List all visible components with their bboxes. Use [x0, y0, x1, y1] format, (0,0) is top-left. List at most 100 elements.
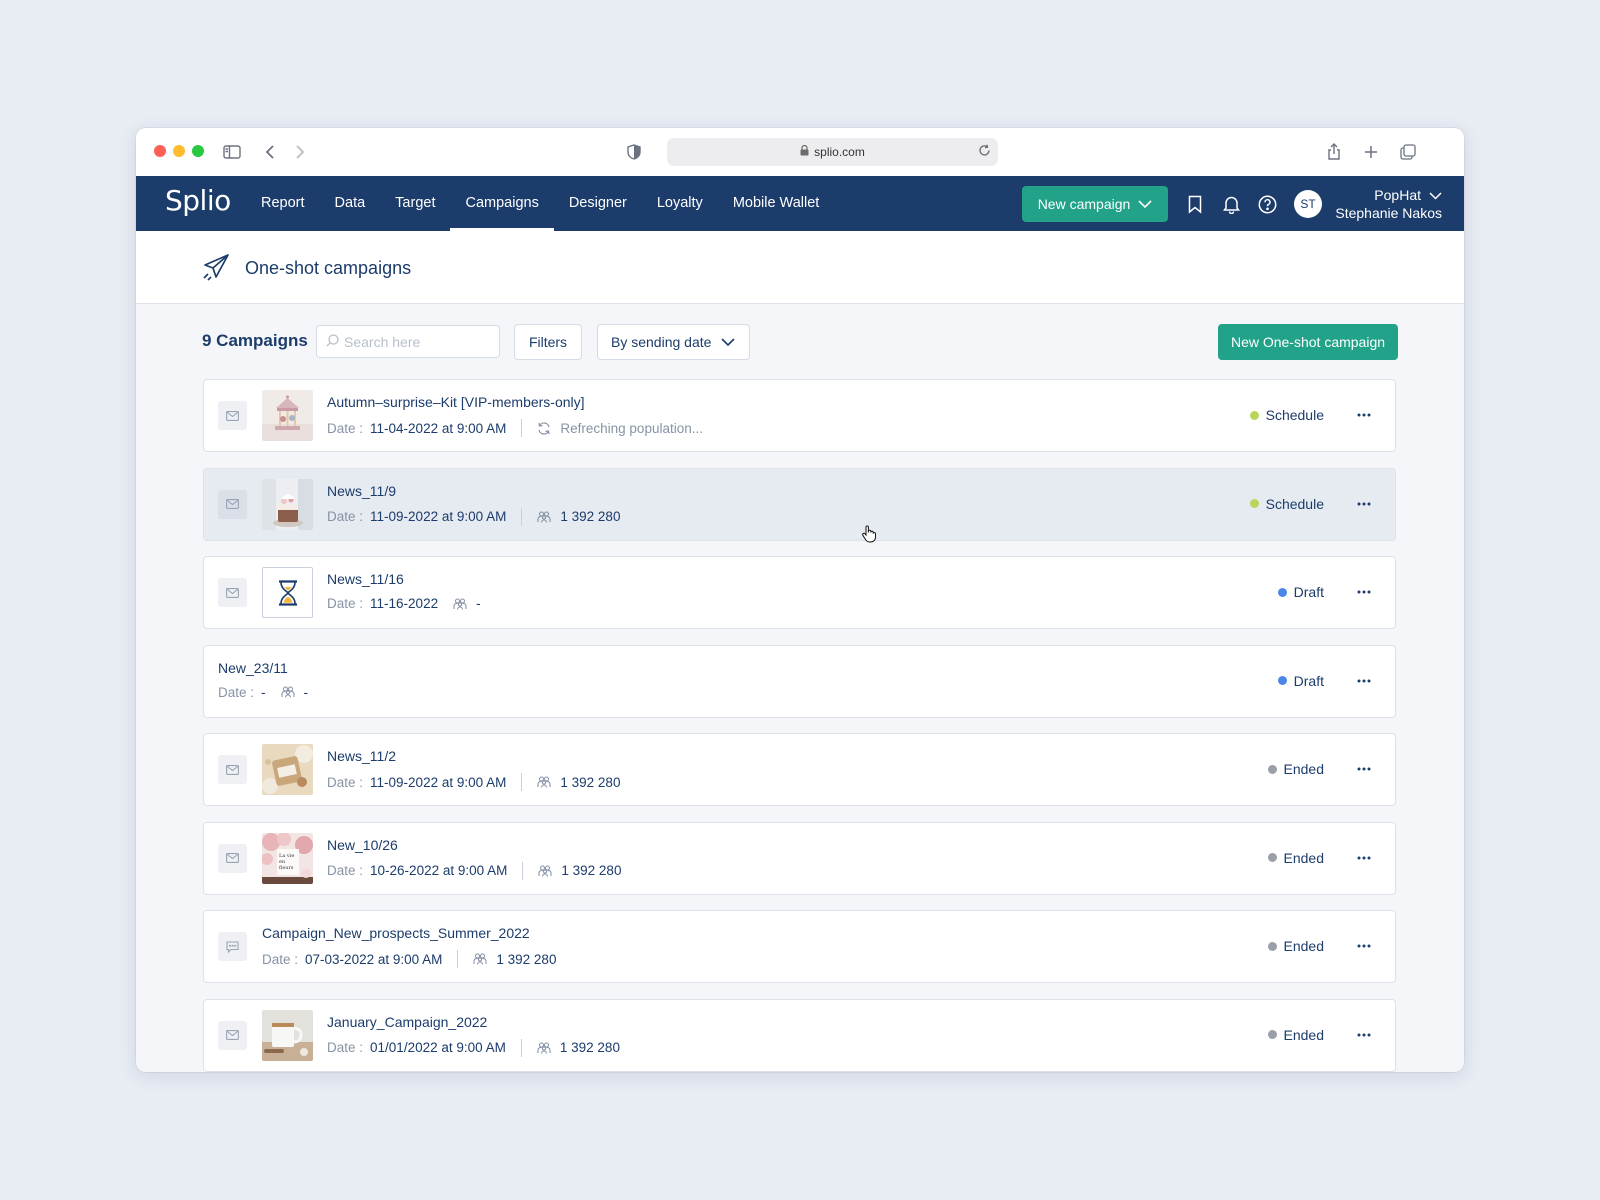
status-dot	[1277, 676, 1287, 685]
campaign-details: News_11/16 Date : 11-16-2022 -	[327, 571, 481, 611]
share-icon[interactable]	[1324, 142, 1344, 162]
campaign-date: 01/01/2022 at 9:00 AM	[370, 1040, 506, 1055]
nav-item-target[interactable]: Target	[380, 176, 450, 231]
privacy-shield-icon[interactable]	[624, 142, 644, 162]
population-icon	[280, 686, 295, 698]
avatar[interactable]: ST	[1294, 190, 1322, 218]
campaign-row[interactable]: News_11/9 Date : 11-09-2022 at 9:00 AM 1 39…	[203, 467, 1396, 542]
chevron-down-icon	[1138, 196, 1152, 212]
more-options-icon[interactable]	[1353, 405, 1375, 425]
status-badge: Ended	[1267, 850, 1324, 866]
campaign-details: News_11/9 Date : 11-09-2022 at 9:00 AM 1 39…	[327, 483, 620, 526]
url-text: splio.com	[814, 145, 865, 159]
campaign-row[interactable]: January_Campaign_2022 Date : 01/01/2022 at…	[203, 998, 1396, 1072]
hourglass-icon	[262, 567, 313, 618]
campaign-details: Campaign_New_prospects_Summer_2022 Date :…	[262, 925, 556, 968]
filters-button[interactable]: Filters	[514, 324, 582, 360]
main-nav: Report Data Target Campaigns Designer Lo…	[246, 176, 834, 231]
meta-divider	[457, 950, 459, 968]
more-options-icon[interactable]	[1353, 1025, 1375, 1045]
search-box[interactable]	[316, 325, 500, 358]
campaign-name[interactable]: News_11/9	[327, 483, 620, 502]
browser-window: splio.com Splio Report Data Target Campa…	[136, 128, 1464, 1072]
campaign-date: 11-16-2022	[370, 596, 439, 611]
new-oneshot-campaign-button[interactable]: New One-shot campaign	[1218, 324, 1398, 360]
new-tab-icon[interactable]	[1361, 142, 1381, 162]
population-icon	[537, 1041, 551, 1054]
minimize-window-button[interactable]	[173, 145, 185, 157]
more-options-icon[interactable]	[1353, 936, 1375, 956]
more-options-icon[interactable]	[1353, 671, 1375, 691]
campaign-details: New_23/11 Date :--	[218, 660, 308, 700]
date-label: Date :	[218, 684, 255, 700]
bell-icon[interactable]	[1220, 193, 1242, 215]
nav-item-report[interactable]: Report	[246, 176, 320, 231]
campaign-population: -	[303, 684, 309, 700]
campaign-details: News_11/2 Date : 11-09-2022 at 9:00 AM 1 39…	[327, 748, 620, 791]
back-icon[interactable]	[260, 142, 280, 162]
more-options-icon[interactable]	[1353, 582, 1375, 602]
sidebar-toggle-icon[interactable]	[222, 142, 242, 162]
status-dot	[1277, 587, 1287, 597]
nav-item-designer[interactable]: Designer	[554, 176, 642, 231]
account-org: PopHat	[1374, 187, 1421, 203]
campaign-date: 11-04-2022 at 9:00 AM	[370, 420, 507, 436]
campaign-name[interactable]: News_11/16	[327, 571, 481, 590]
campaign-name[interactable]: Autumn–surprise–Kit [VIP-members-only]	[327, 394, 703, 413]
campaign-name[interactable]: News_11/2	[327, 748, 620, 767]
tab-overview-icon[interactable]	[1398, 142, 1418, 162]
meta-divider	[520, 1038, 522, 1057]
nav-item-campaigns[interactable]: Campaigns	[450, 176, 555, 231]
campaign-thumbnail	[262, 1009, 313, 1061]
campaign-details: New_10/26 Date : 10-26-2022 at 9:00 AM 1 39…	[327, 837, 621, 880]
campaign-row[interactable]: New_23/11 Date : - - Draft	[203, 644, 1396, 718]
help-icon[interactable]	[1256, 193, 1278, 215]
new-campaign-button[interactable]: New campaign	[1022, 186, 1168, 222]
campaign-name[interactable]: Campaign_New_prospects_Summer_2022	[262, 925, 556, 944]
date-label: Date :	[327, 596, 364, 611]
email-icon	[218, 578, 247, 607]
more-options-icon[interactable]	[1353, 494, 1375, 514]
campaign-row[interactable]: Autumn–surprise–Kit [VIP-members-only] Da…	[203, 379, 1396, 452]
forward-icon[interactable]	[290, 142, 310, 162]
campaign-count: 9 Campaigns	[202, 331, 308, 350]
sort-dropdown[interactable]: By sending date	[597, 324, 750, 360]
svg-text:fleurs: fleurs	[279, 865, 294, 871]
splio-logo[interactable]: Splio	[165, 184, 231, 217]
campaign-name[interactable]: New_23/11	[218, 660, 308, 679]
zoom-window-button[interactable]	[192, 145, 204, 157]
campaign-row[interactable]: News_11/2 Date : 11-09-2022 at 9:00 AM 1 39…	[203, 733, 1396, 806]
nav-item-mobile-wallet[interactable]: Mobile Wallet	[718, 176, 835, 231]
more-options-icon[interactable]	[1353, 759, 1375, 779]
campaign-meta: Date : 07-03-2022 at 9:00 AM 1 392 280	[262, 950, 556, 968]
campaign-date: 11-09-2022 at 9:00 AM	[370, 774, 507, 790]
nav-item-loyalty[interactable]: Loyalty	[642, 176, 718, 231]
campaign-row[interactable]: La vie en fleurs New_10/26 Date : 10-26-2022 …	[203, 821, 1396, 895]
account-menu[interactable]: PopHat Stephanie Nakos	[1335, 186, 1442, 222]
campaign-row[interactable]: News_11/16 Date : 11-16-2022 - Draft	[203, 556, 1396, 629]
population-icon	[537, 510, 551, 523]
status-badge: Draft	[1277, 673, 1324, 689]
status-badge: Ended	[1267, 1027, 1324, 1043]
bookmark-icon[interactable]	[1184, 193, 1206, 215]
close-window-button[interactable]	[154, 145, 166, 157]
search-input[interactable]	[344, 333, 494, 350]
email-icon	[218, 843, 247, 873]
campaign-meta: Date :--	[218, 685, 308, 700]
campaign-name[interactable]: January_Campaign_2022	[327, 1014, 620, 1033]
paper-plane-icon	[202, 253, 230, 281]
nav-item-data[interactable]: Data	[320, 176, 381, 231]
status-label: Schedule	[1265, 407, 1324, 423]
sort-label: By sending date	[611, 334, 712, 350]
more-options-icon[interactable]	[1353, 848, 1375, 868]
status-label: Ended	[1283, 761, 1324, 777]
campaign-population: -	[476, 596, 481, 611]
address-bar[interactable]: splio.com	[667, 138, 998, 166]
status-dot	[1267, 764, 1277, 774]
reload-icon[interactable]	[978, 144, 991, 160]
campaign-details: January_Campaign_2022 Date : 01/01/2022 at…	[327, 1014, 620, 1057]
campaign-date: 07-03-2022 at 9:00 AM	[305, 951, 443, 967]
campaign-row[interactable]: Campaign_New_prospects_Summer_2022 Date :…	[203, 910, 1396, 983]
campaign-name[interactable]: New_10/26	[327, 837, 621, 856]
email-icon	[218, 1020, 247, 1050]
